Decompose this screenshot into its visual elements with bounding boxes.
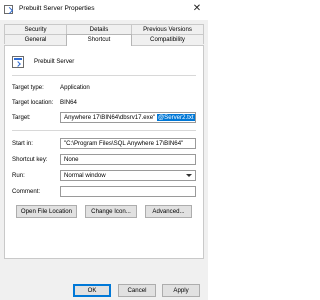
run-select-value: Normal window	[64, 172, 106, 179]
apply-button[interactable]: Apply	[162, 284, 200, 297]
cancel-button[interactable]: Cancel	[118, 284, 156, 297]
target-input[interactable]: Anywhere 17\BIN64\dbsrv17.exe" @Server2.…	[60, 112, 196, 123]
close-icon[interactable]: ✕	[191, 3, 203, 15]
tab-previous-versions[interactable]: Previous Versions	[131, 24, 204, 34]
open-file-location-button[interactable]: Open File Location	[16, 205, 77, 218]
tab-general[interactable]: General	[4, 34, 67, 44]
separator	[12, 130, 196, 131]
shortcut-key-input[interactable]: None	[60, 154, 196, 165]
chevron-down-icon	[186, 174, 192, 177]
target-location-value: BIN64	[60, 99, 77, 106]
window-title: Prebuilt Server Properties	[19, 5, 95, 12]
start-in-input[interactable]: "C:\Program Files\SQL Anywhere 17\BIN64"	[60, 138, 196, 149]
separator	[12, 75, 196, 76]
comment-label: Comment:	[12, 188, 41, 195]
advanced-button[interactable]: Advanced...	[145, 205, 192, 218]
run-label: Run:	[12, 172, 25, 179]
target-type-value: Application	[60, 84, 90, 91]
ok-button[interactable]: OK	[73, 284, 111, 297]
tab-security[interactable]: Security	[4, 24, 67, 34]
target-location-label: Target location:	[12, 99, 54, 106]
tab-compatibility[interactable]: Compatibility	[131, 34, 204, 44]
start-in-label: Start in:	[12, 140, 33, 147]
target-type-label: Target type:	[12, 84, 44, 91]
comment-input[interactable]	[60, 186, 196, 197]
shortcut-name: Prebuilt Server	[34, 58, 75, 65]
target-value-selected: @Server2.txt	[156, 114, 195, 121]
shortcut-icon	[12, 56, 24, 68]
target-value-prefix: Anywhere 17\BIN64\dbsrv17.exe"	[64, 114, 157, 121]
tab-details[interactable]: Details	[66, 24, 132, 34]
run-select[interactable]: Normal window	[60, 170, 196, 181]
change-icon-button[interactable]: Change Icon...	[85, 205, 137, 218]
shortcut-panel	[4, 45, 204, 259]
shortcut-app-icon	[4, 5, 13, 14]
tab-shortcut[interactable]: Shortcut	[66, 34, 132, 46]
target-label: Target:	[12, 114, 31, 121]
shortcut-key-label: Shortcut key:	[12, 156, 48, 163]
